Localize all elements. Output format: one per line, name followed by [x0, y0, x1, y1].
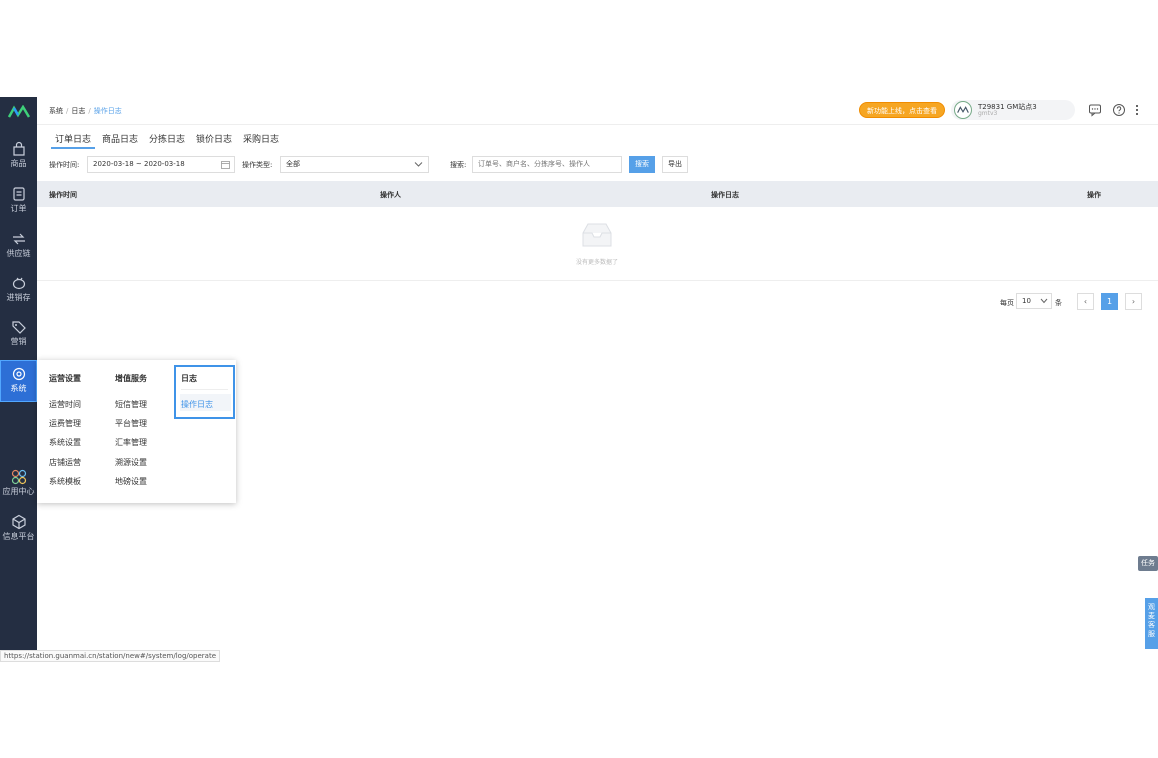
search-label: 搜索: [450, 160, 466, 170]
export-button[interactable]: 导出 [662, 156, 688, 173]
sidebar-item-info-platform[interactable]: 信息平台 [0, 514, 37, 556]
customer-service-label: 观麦客服 [1148, 603, 1155, 638]
cube-icon [11, 514, 27, 530]
menu-item-store-ops[interactable]: 店铺运营 [49, 457, 81, 468]
system-flyout-menu: 运营设置 运营时间 运费管理 系统设置 店铺运营 系统模板 增值服务 短信管理 … [37, 360, 236, 503]
flyout-col3-title: 日志 [181, 373, 197, 384]
empty-inbox-icon [580, 221, 614, 249]
filter-bar: 操作时间: 2020-03-18 ~ 2020-03-18 操作类型: 全部 搜… [37, 154, 1158, 178]
operation-type-value: 全部 [286, 160, 300, 168]
gear-icon [11, 366, 27, 382]
date-range-picker[interactable]: 2020-03-18 ~ 2020-03-18 [87, 156, 235, 173]
sidebar-item-label: 进销存 [0, 293, 37, 303]
sidebar-item-goods[interactable]: 商品 [0, 141, 37, 183]
empty-state: 没有更多数据了 [37, 207, 1158, 281]
flyout-col1-title: 运营设置 [49, 373, 81, 384]
breadcrumb-current: 操作日志 [94, 107, 122, 115]
document-icon [11, 186, 27, 202]
bag-icon [11, 141, 27, 157]
flyout-col2-title: 增值服务 [115, 373, 147, 384]
piggy-icon [11, 275, 27, 291]
status-url: https://station.guanmai.cn/station/new#/… [0, 650, 220, 662]
flyout-log-group: 日志 操作日志 [174, 365, 235, 419]
menu-item-sms[interactable]: 短信管理 [115, 399, 147, 410]
sidebar-item-label: 订单 [0, 204, 37, 214]
menu-item-scale[interactable]: 地磅设置 [115, 476, 147, 487]
search-input[interactable] [472, 156, 622, 173]
sidebar-item-label: 信息平台 [0, 532, 37, 542]
sidebar-item-inventory[interactable]: 进销存 [0, 275, 37, 317]
per-page-value: 10 [1022, 297, 1031, 305]
sidebar-item-label: 系统 [1, 384, 36, 394]
menu-item-exchange-rate[interactable]: 汇率管理 [115, 437, 147, 448]
menu-item-templates[interactable]: 系统模板 [49, 476, 81, 487]
calendar-icon [221, 160, 230, 169]
menu-item-operation-log[interactable]: 操作日志 [181, 399, 213, 410]
table-header: 操作时间 操作人 操作日志 操作 [37, 181, 1158, 207]
per-page-unit: 条 [1055, 298, 1062, 308]
page-1-button[interactable]: 1 [1101, 293, 1118, 310]
sidebar-item-label: 商品 [0, 159, 37, 169]
col-actions: 操作 [1087, 190, 1101, 200]
message-icon[interactable] [1088, 103, 1102, 117]
sidebar-item-label: 供应链 [0, 249, 37, 259]
top-header: 系统/日志/操作日志 新功能上线，点击查看 T29831 GM站点3 gmtv3 [37, 97, 1158, 125]
user-profile[interactable]: T29831 GM站点3 gmtv3 [951, 100, 1075, 120]
more-vertical-icon[interactable] [1130, 103, 1144, 117]
tab-purchase-log[interactable]: 采购日志 [243, 131, 279, 149]
menu-item-system-settings[interactable]: 系统设置 [49, 437, 81, 448]
empty-text: 没有更多数据了 [557, 257, 637, 266]
per-page-select[interactable]: 10 [1016, 293, 1052, 309]
app-window: 商品 订单 供应链 进销存 营销 系统 应用中心 信息平台 [0, 97, 1158, 663]
sidebar-item-supply-chain[interactable]: 供应链 [0, 231, 37, 273]
prev-page-button[interactable]: ‹ [1077, 293, 1094, 310]
per-page-label: 每页 [1000, 298, 1014, 308]
time-label: 操作时间: [49, 160, 79, 170]
task-button[interactable]: 任务 [1138, 556, 1158, 571]
tab-price-lock-log[interactable]: 锁价日志 [196, 131, 232, 149]
new-feature-button[interactable]: 新功能上线，点击查看 [859, 102, 945, 118]
pagination: 每页 10 条 ‹ 1 › [37, 292, 1158, 312]
breadcrumb: 系统/日志/操作日志 [49, 106, 122, 116]
sidebar-item-label: 应用中心 [0, 487, 37, 497]
sidebar-item-orders[interactable]: 订单 [0, 186, 37, 228]
help-icon[interactable] [1112, 103, 1126, 117]
col-operation-log: 操作日志 [711, 190, 739, 200]
menu-item-platform[interactable]: 平台管理 [115, 418, 147, 429]
breadcrumb-log[interactable]: 日志 [71, 107, 85, 115]
sidebar: 商品 订单 供应链 进销存 营销 系统 应用中心 信息平台 [0, 97, 37, 650]
operation-type-select[interactable]: 全部 [280, 156, 429, 173]
sidebar-item-marketing[interactable]: 营销 [0, 319, 37, 361]
sidebar-item-label: 营销 [0, 337, 37, 347]
tab-sorting-log[interactable]: 分拣日志 [149, 131, 185, 149]
chevron-down-icon [1040, 298, 1048, 304]
sidebar-item-system[interactable]: 系统 [0, 360, 37, 402]
col-operator: 操作人 [380, 190, 401, 200]
brand-logo-icon [8, 105, 30, 119]
exchange-icon [11, 231, 27, 247]
tab-goods-log[interactable]: 商品日志 [102, 131, 138, 149]
menu-item-operating-time[interactable]: 运营时间 [49, 399, 81, 410]
menu-item-freight[interactable]: 运费管理 [49, 418, 81, 429]
next-page-button[interactable]: › [1125, 293, 1142, 310]
chevron-down-icon [414, 161, 423, 168]
breadcrumb-system[interactable]: 系统 [49, 107, 63, 115]
avatar [954, 101, 972, 119]
col-operation-time: 操作时间 [49, 190, 77, 200]
user-account: gmtv3 [978, 110, 997, 117]
type-label: 操作类型: [242, 160, 272, 170]
customer-service-button[interactable]: 观麦客服 [1145, 598, 1158, 649]
tag-icon [11, 319, 27, 335]
date-range-value: 2020-03-18 ~ 2020-03-18 [93, 160, 185, 168]
apps-icon [11, 469, 27, 485]
menu-item-traceability[interactable]: 溯源设置 [115, 457, 147, 468]
sidebar-item-app-center[interactable]: 应用中心 [0, 469, 37, 511]
search-button[interactable]: 搜索 [629, 156, 655, 173]
tab-order-log[interactable]: 订单日志 [51, 131, 95, 149]
